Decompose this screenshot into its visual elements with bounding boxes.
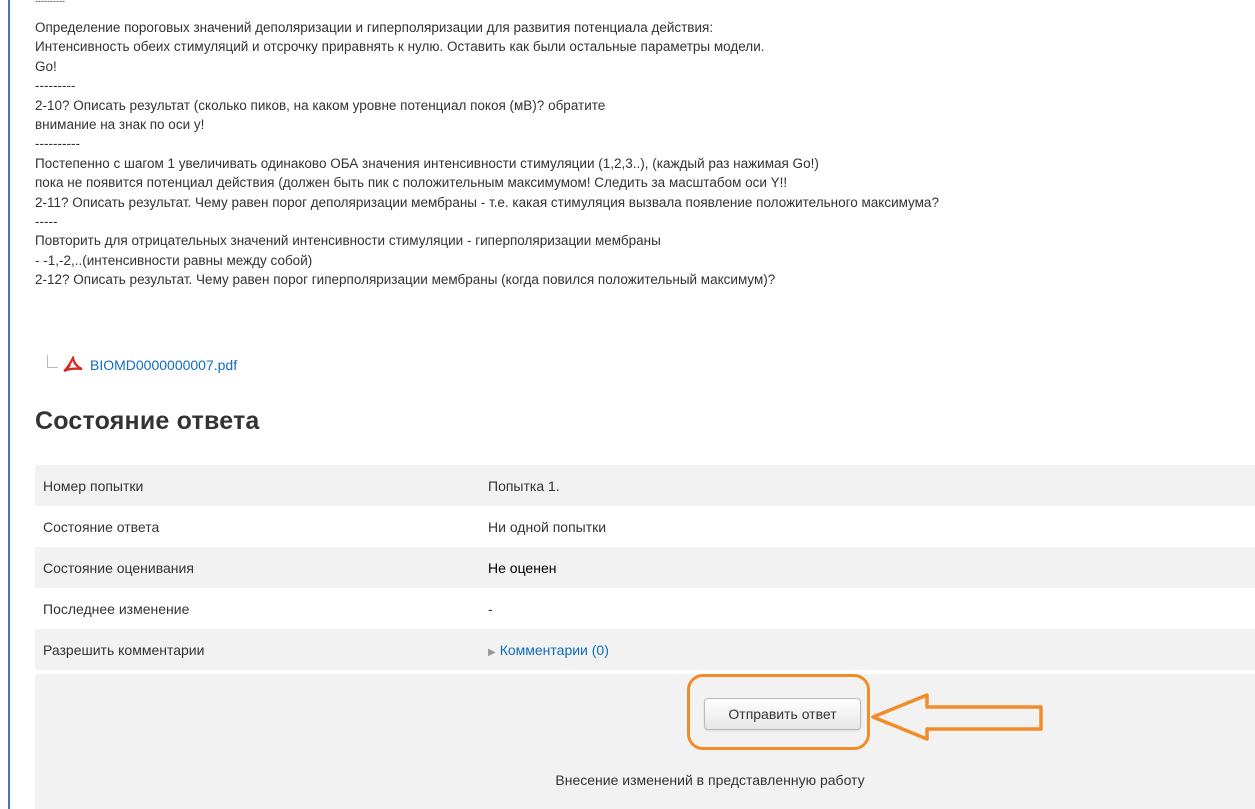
table-row: Состояние оценивания Не оценен (35, 547, 1255, 588)
instruction-line: Постепенно с шагом 1 увеличивать одинако… (35, 155, 819, 171)
instruction-line: - -1,-2,..(интенсивности равны между соб… (35, 252, 313, 268)
row-label: Последнее изменение (35, 588, 480, 629)
instruction-line: 2-10? Описать результат (сколько пиков, … (35, 97, 606, 113)
comments-cell: ▶ Комментарии (0) (480, 629, 1255, 670)
submit-answer-button[interactable]: Отправить ответ (704, 698, 861, 730)
edit-submission-note: Внесение изменений в представленную рабо… (555, 772, 865, 788)
instruction-line: ---------- (35, 136, 80, 152)
row-label: Номер попытки (35, 465, 480, 506)
attachment-link[interactable]: BIOMD0000000007.pdf (90, 357, 237, 373)
instruction-line: внимание на знак по оси y! (35, 117, 205, 133)
comments-link[interactable]: Комментарии (0) (500, 642, 609, 658)
tree-connector (47, 354, 58, 368)
instruction-line: Интенсивность обеих стимуляций и отсрочк… (35, 39, 765, 55)
row-label: Состояние оценивания (35, 547, 480, 588)
row-value: Попытка 1. (480, 465, 1255, 506)
submit-area: Отправить ответ Внесение изменений в пре… (35, 674, 1255, 809)
expand-triangle-icon[interactable]: ▶ (488, 647, 496, 658)
submission-status-table: Номер попытки Попытка 1. Состояние ответ… (35, 465, 1255, 670)
instruction-line: Определение пороговых значений деполяриз… (35, 20, 714, 35)
table-row: Номер попытки Попытка 1. (35, 465, 1255, 506)
pointer-arrow-icon (871, 693, 1043, 741)
instruction-line: ---------- (35, 0, 65, 6)
row-label: Состояние ответа (35, 506, 480, 547)
section-title: Состояние ответа (35, 407, 260, 435)
row-label: Разрешить комментарии (35, 629, 480, 670)
pdf-icon (62, 354, 84, 374)
instruction-line: 2-12? Описать результат. Чему равен поро… (35, 272, 776, 288)
row-value: Ни одной попытки (480, 506, 1255, 547)
instruction-line: ----- (35, 214, 58, 230)
instruction-line: пока не появится потенциал действия (дол… (35, 175, 788, 191)
grading-status-value: Не оценен (480, 547, 1255, 588)
row-value: - (480, 588, 1255, 629)
window-frame-edge (8, 0, 10, 809)
instruction-line: Повторить для отрицательных значений инт… (35, 233, 661, 249)
table-row: Последнее изменение - (35, 588, 1255, 629)
instruction-line: 2-11? Описать результат. Чему равен поро… (35, 194, 939, 210)
table-row: Разрешить комментарии ▶ Комментарии (0) (35, 629, 1255, 670)
attachment-item: BIOMD0000000007.pdf (47, 354, 237, 374)
instruction-line: Go! (35, 58, 57, 74)
assignment-instructions: ---------- Определение пороговых значени… (35, 0, 939, 290)
instruction-line: --------- (35, 78, 76, 94)
table-row: Состояние ответа Ни одной попытки (35, 506, 1255, 547)
